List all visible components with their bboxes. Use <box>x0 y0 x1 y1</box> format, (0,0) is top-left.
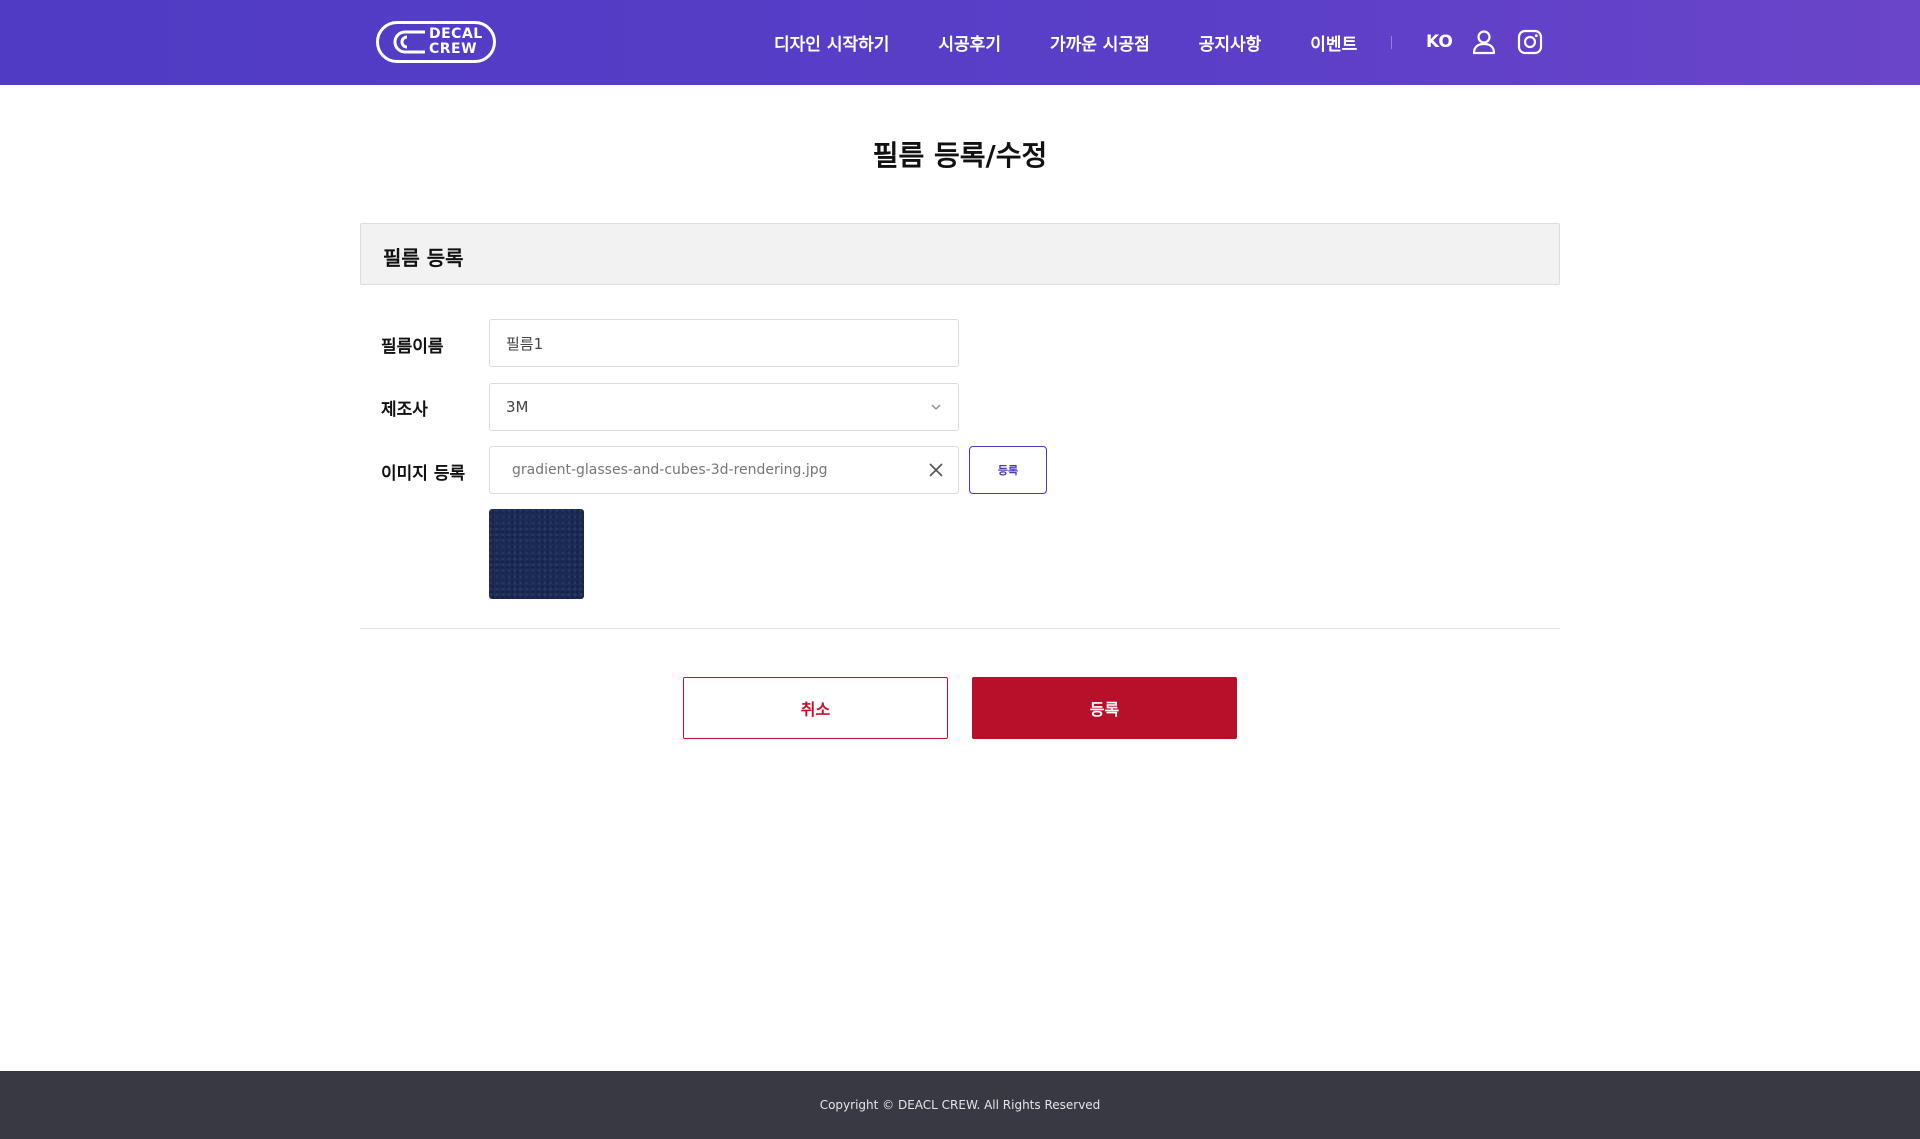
maker-selected-value: 3M <box>506 398 529 416</box>
top-header: DECAL CREW 디자인 시작하기 시공후기 가까운 시공점 공지사항 이벤… <box>0 0 1920 85</box>
decal-crew-logo[interactable]: DECAL CREW <box>376 21 496 63</box>
section-header: 필름 등록 <box>360 223 1560 285</box>
nav-reviews[interactable]: 시공후기 <box>938 30 1001 55</box>
cancel-button[interactable]: 취소 <box>683 677 948 739</box>
image-file-field[interactable]: gradient-glasses-and-cubes-3d-rendering.… <box>489 446 959 494</box>
main-nav: 디자인 시작하기 시공후기 가까운 시공점 공지사항 이벤트 <box>774 0 1406 85</box>
film-name-label: 필름이름 <box>381 337 444 357</box>
page-title: 필름 등록/수정 <box>872 139 1048 172</box>
copyright-text: Copyright © DEACL CREW. All Rights Reser… <box>819 1098 1101 1112</box>
maker-select[interactable]: 3M <box>489 383 959 431</box>
logo-mark-icon <box>393 30 425 54</box>
nav-notice[interactable]: 공지사항 <box>1199 30 1262 55</box>
footer: Copyright © DEACL CREW. All Rights Reser… <box>0 1071 1920 1139</box>
nav-nearby-shop[interactable]: 가까운 시공점 <box>1050 30 1150 55</box>
image-upload-label: 이미지 등록 <box>381 464 466 484</box>
nav-divider <box>1391 36 1392 49</box>
logo-line-2: CREW <box>429 41 478 57</box>
instagram-icon[interactable] <box>1517 29 1543 55</box>
form-divider <box>360 628 1560 629</box>
film-name-field-wrapper <box>489 319 959 367</box>
image-upload-button[interactable]: 등록 <box>969 446 1047 494</box>
close-icon[interactable] <box>928 462 944 478</box>
maker-label: 제조사 <box>381 400 428 420</box>
logo-text: DECAL CREW <box>429 27 483 57</box>
film-name-input[interactable] <box>490 320 958 366</box>
logo-line-1: DECAL <box>429 26 483 42</box>
nav-design-start[interactable]: 디자인 시작하기 <box>774 30 889 55</box>
language-selector[interactable]: KO <box>1426 32 1453 52</box>
chevron-down-icon <box>931 404 941 410</box>
submit-button[interactable]: 등록 <box>972 677 1237 739</box>
user-icon[interactable] <box>1471 29 1497 55</box>
image-preview-thumbnail <box>489 509 584 599</box>
section-title: 필름 등록 <box>383 246 464 270</box>
image-file-name: gradient-glasses-and-cubes-3d-rendering.… <box>512 462 828 478</box>
nav-event[interactable]: 이벤트 <box>1310 30 1357 55</box>
